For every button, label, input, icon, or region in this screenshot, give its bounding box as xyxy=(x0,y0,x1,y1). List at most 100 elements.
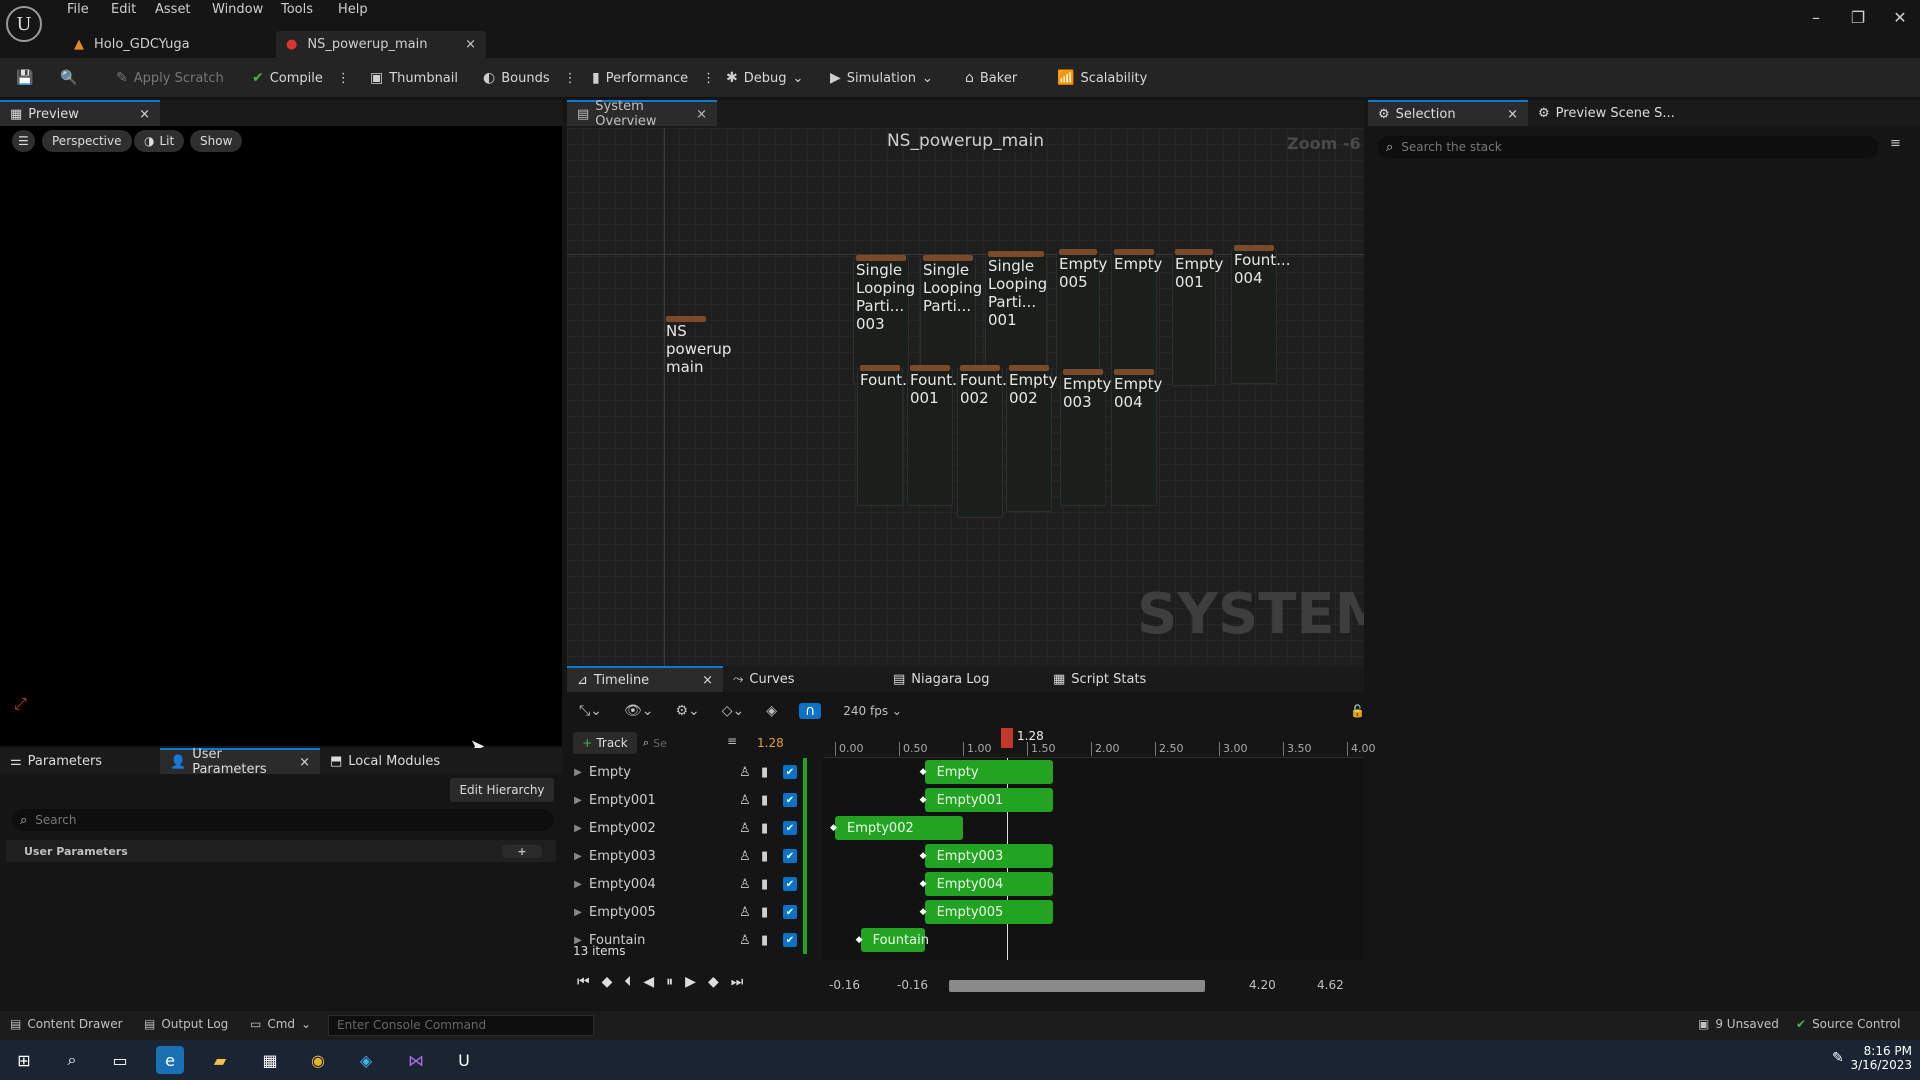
track-row[interactable]: ▶ Empty ♙ ▮ ✔ xyxy=(567,758,823,786)
more-options-icon[interactable]: ⋮ xyxy=(337,71,350,86)
enabled-checkbox[interactable]: ✔ xyxy=(783,933,797,947)
close-icon[interactable]: × xyxy=(702,673,713,688)
close-icon[interactable]: × xyxy=(696,107,707,122)
menu-edit[interactable]: Edit xyxy=(111,2,136,17)
filter-icon[interactable]: ≡ xyxy=(1890,136,1901,151)
isolate-icon[interactable]: ▮ xyxy=(761,849,783,864)
more-options-icon[interactable]: ⋮ xyxy=(702,71,715,86)
filter-icon[interactable]: ≡ xyxy=(727,734,737,748)
tab-script-stats[interactable]: ▦ Script Stats xyxy=(1043,666,1203,692)
bounds-button[interactable]: ◐ Bounds ⋮ xyxy=(483,66,577,90)
emitter-lifetime-bar[interactable]: ◆ Empty004 xyxy=(920,872,1053,896)
cmd-dropdown[interactable]: ▭ Cmd ⌄ xyxy=(250,1017,311,1031)
tab-local-modules[interactable]: ⬒ Local Modules xyxy=(320,748,460,774)
track-row[interactable]: ▶ Empty003 ♙ ▮ ✔ xyxy=(567,842,823,870)
menu-help[interactable]: Help xyxy=(338,2,368,17)
tab-system-overview[interactable]: ▤ System Overview × xyxy=(567,99,717,129)
key-diamond-icon[interactable]: ◆ xyxy=(920,879,927,889)
play-reverse-icon[interactable]: ◀ xyxy=(643,974,654,990)
working-range-end[interactable]: 4.20 xyxy=(1249,978,1276,992)
expand-arrow-icon[interactable]: ▶ xyxy=(567,879,589,890)
track-area[interactable]: ◆ Empty ◆ Empty001 ◆ Empty002 ◆ Empty003 ◆ Empty0… xyxy=(823,758,1363,960)
key-diamond-icon[interactable]: ◆ xyxy=(856,935,863,945)
close-icon[interactable]: × xyxy=(299,755,310,770)
emitter-lifetime-bar[interactable]: ◆ Fountain xyxy=(856,928,929,952)
enabled-checkbox[interactable]: ✔ xyxy=(783,849,797,863)
solo-icon[interactable]: ♙ xyxy=(739,877,761,892)
go-to-end-icon[interactable]: ⏭ xyxy=(731,974,744,990)
emitter-node[interactable]: Empty 003 xyxy=(1060,369,1111,506)
windows-start-icon[interactable]: ⊞ xyxy=(10,1046,38,1074)
perspective-button[interactable]: Perspective xyxy=(42,130,132,152)
playhead-handle[interactable] xyxy=(1001,728,1013,748)
current-time-readout[interactable]: 1.28 xyxy=(757,736,784,750)
key-diamond-icon[interactable]: ◆ xyxy=(830,823,837,833)
close-icon[interactable]: × xyxy=(1507,107,1518,122)
expand-arrow-icon[interactable]: ▶ xyxy=(567,767,589,778)
output-log-button[interactable]: ▤ Output Log xyxy=(144,1017,228,1031)
simulation-button[interactable]: ▶ Simulation ⌄ xyxy=(830,66,933,90)
minimize-icon[interactable]: – xyxy=(1796,4,1836,30)
emitter-lifetime-bar[interactable]: ◆ Empty xyxy=(920,760,1053,784)
edge-browser-icon[interactable]: e xyxy=(156,1046,184,1074)
emitter-lifetime-bar[interactable]: ◆ Empty002 xyxy=(830,816,963,840)
emitter-node[interactable]: Empty 001 xyxy=(1172,249,1223,386)
scalability-button[interactable]: 📶 Scalability xyxy=(1057,66,1147,90)
emitter-node[interactable]: Empty 004 xyxy=(1111,369,1162,506)
compile-button[interactable]: ✔ Compile ⋮ xyxy=(252,66,350,90)
thumbnail-button[interactable]: ▣ Thumbnail xyxy=(370,66,458,90)
close-window-icon[interactable]: ✕ xyxy=(1880,4,1920,30)
key-diamond-icon[interactable]: ◆ xyxy=(920,767,927,777)
timeline-ruler[interactable]: 0.00 0.50 1.00 1.50 2.00 2.50 3.00 3.50 4.00 1.2… xyxy=(823,728,1376,758)
tab-niagara-log[interactable]: ▤ Niagara Log xyxy=(883,666,1043,692)
fps-dropdown[interactable]: 240 fps ⌄ xyxy=(843,704,902,718)
store-icon[interactable]: ▦ xyxy=(256,1046,284,1074)
expand-arrow-icon[interactable]: ▶ xyxy=(567,907,589,918)
add-parameter-icon[interactable]: + xyxy=(502,844,542,858)
pause-icon[interactable]: ⏸ xyxy=(666,974,673,990)
track-row[interactable]: ▶ Empty005 ♙ ▮ ✔ xyxy=(567,898,823,926)
tab-preview-scene-settings[interactable]: ⚙ Preview Scene S... xyxy=(1528,100,1708,126)
baker-button[interactable]: ⌂ Baker xyxy=(965,66,1017,90)
snap-icon[interactable]: ∩ xyxy=(799,703,822,719)
close-icon[interactable]: × xyxy=(139,107,150,122)
unreal-engine-icon[interactable]: U xyxy=(450,1046,478,1074)
emitter-node[interactable]: Empty 002 xyxy=(1006,365,1057,512)
emitter-node[interactable]: Fount... 002 xyxy=(957,365,1016,518)
key-diamond-icon[interactable]: ◆ xyxy=(920,907,927,917)
unreal-logo-icon[interactable]: U xyxy=(6,6,42,42)
parameters-search-input[interactable]: ⌕ Search xyxy=(12,809,554,831)
menu-asset[interactable]: Asset xyxy=(155,2,191,17)
file-explorer-icon[interactable]: ▰ xyxy=(206,1046,234,1074)
play-icon[interactable]: ▶ xyxy=(685,974,696,990)
restore-icon[interactable]: ❐ xyxy=(1838,4,1878,30)
transform-tool-icon[interactable]: ⤡⌄ xyxy=(579,703,602,719)
edit-hierarchy-button[interactable]: Edit Hierarchy xyxy=(450,778,554,802)
tab-parameters[interactable]: ⚌ Parameters xyxy=(0,748,160,774)
isolate-icon[interactable]: ▮ xyxy=(761,905,783,920)
doc-tab-holo[interactable]: ▲ Holo_GDCYuga xyxy=(64,31,274,58)
solo-icon[interactable]: ♙ xyxy=(739,765,761,780)
track-row[interactable]: ▶ Empty002 ♙ ▮ ✔ xyxy=(567,814,823,842)
expand-arrow-icon[interactable]: ▶ xyxy=(567,851,589,862)
track-row[interactable]: ▶ Empty001 ♙ ▮ ✔ xyxy=(567,786,823,814)
go-to-start-icon[interactable]: ⏮ xyxy=(577,974,590,990)
doc-tab-ns-powerup[interactable]: ● NS_powerup_main × xyxy=(276,31,486,58)
tab-user-parameters[interactable]: 👤 User Parameters × xyxy=(160,747,320,777)
menu-file[interactable]: File xyxy=(67,2,89,17)
emitter-lifetime-bar[interactable]: ◆ Empty003 xyxy=(920,844,1053,868)
save-button[interactable]: 💾 xyxy=(16,66,33,90)
emitter-lifetime-bar[interactable]: ◆ Empty005 xyxy=(920,900,1053,924)
tab-curves[interactable]: ⤳ Curves xyxy=(723,666,883,692)
visual-studio-icon[interactable]: ⋈ xyxy=(402,1046,430,1074)
emitter-node[interactable]: Empty 005 xyxy=(1056,249,1107,388)
view-range-end[interactable]: 4.62 xyxy=(1317,978,1344,992)
isolate-icon[interactable]: ▮ xyxy=(761,793,783,808)
solo-icon[interactable]: ♙ xyxy=(739,905,761,920)
performance-button[interactable]: ▮ Performance ⋮ xyxy=(592,66,715,90)
isolate-icon[interactable]: ▮ xyxy=(761,877,783,892)
timeline-scrollbar[interactable] xyxy=(949,980,1205,992)
source-control-button[interactable]: ✔ Source Control xyxy=(1796,1017,1900,1031)
debug-button[interactable]: ✱ Debug ⌄ xyxy=(726,66,803,90)
emitter-node[interactable]: Fount... xyxy=(857,365,916,506)
